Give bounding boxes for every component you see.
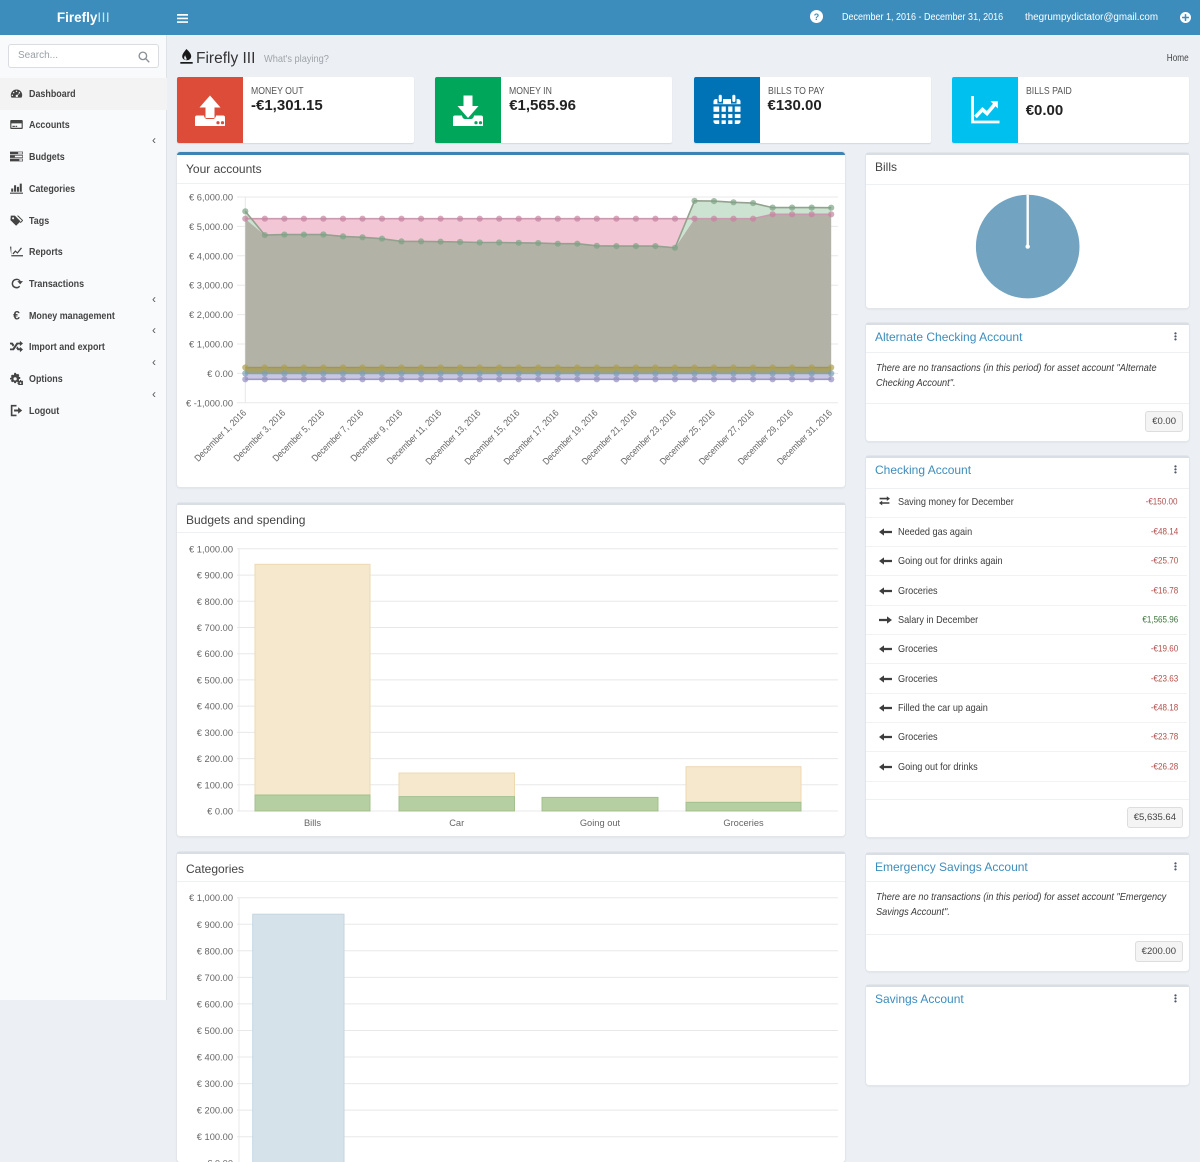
svg-text:€ 0.00: € 0.00 [207,806,233,816]
svg-text:€ -1,000.00: € -1,000.00 [186,398,233,408]
svg-text:€ 3,000.00: € 3,000.00 [189,281,233,291]
svg-text:€ 400.00: € 400.00 [197,1053,233,1063]
svg-text:€ 600.00: € 600.00 [197,649,233,659]
svg-text:Bills: Bills [304,818,321,828]
svg-text:€ 300.00: € 300.00 [197,727,233,737]
svg-text:€ 5,000.00: € 5,000.00 [189,222,233,232]
svg-text:€ 300.00: € 300.00 [197,1079,233,1089]
svg-text:Car: Car [449,818,464,828]
svg-text:€ 200.00: € 200.00 [197,754,233,764]
svg-text:€ 6,000.00: € 6,000.00 [189,193,233,203]
svg-text:€ 200.00: € 200.00 [197,1106,233,1116]
svg-text:€ 600.00: € 600.00 [197,999,233,1009]
svg-text:€ 500.00: € 500.00 [197,1026,233,1036]
svg-text:€ 4,000.00: € 4,000.00 [189,251,233,261]
svg-text:€ 100.00: € 100.00 [197,1132,233,1142]
svg-text:€ 900.00: € 900.00 [197,570,233,580]
svg-text:€ 900.00: € 900.00 [197,920,233,930]
svg-text:€ 700.00: € 700.00 [197,623,233,633]
svg-text:Groceries: Groceries [723,818,764,828]
svg-text:?: ? [814,12,819,22]
svg-text:€ 800.00: € 800.00 [197,946,233,956]
svg-text:€ 1,000.00: € 1,000.00 [189,544,233,554]
svg-text:€ 400.00: € 400.00 [197,701,233,711]
svg-text:€ 700.00: € 700.00 [197,973,233,983]
svg-text:€ 1,000.00: € 1,000.00 [189,893,233,903]
svg-text:€ 100.00: € 100.00 [197,780,233,790]
svg-text:€ 0.00: € 0.00 [207,369,233,379]
svg-text:€ 800.00: € 800.00 [197,596,233,606]
svg-text:€ 500.00: € 500.00 [197,675,233,685]
svg-text:Going out: Going out [580,818,621,828]
svg-text:€ 2,000.00: € 2,000.00 [189,310,233,320]
svg-text:€ 1,000.00: € 1,000.00 [189,340,233,350]
svg-text:€: € [13,309,20,322]
